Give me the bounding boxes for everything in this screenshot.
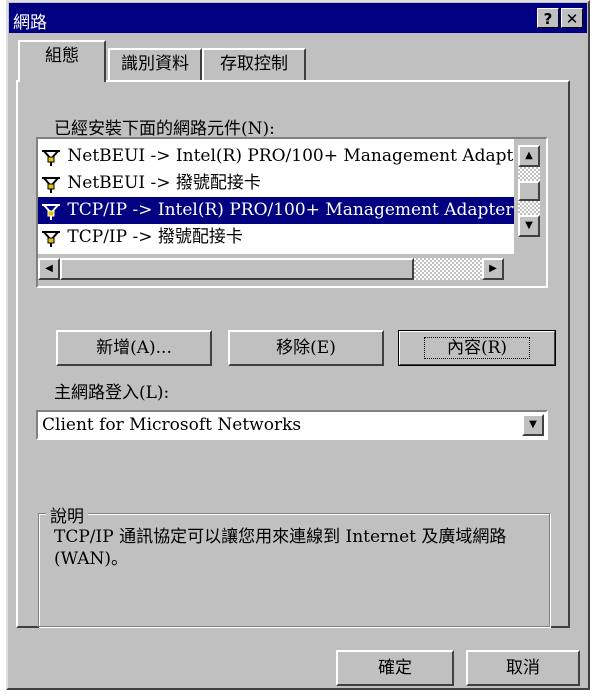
scroll-track[interactable] (414, 258, 482, 280)
list-item[interactable]: NetBEUI -> Intel(R) PRO/100+ Management … (38, 143, 532, 170)
tab-configuration[interactable]: 組態 (18, 40, 106, 82)
scroll-track[interactable] (518, 167, 540, 181)
network-protocol-icon (42, 176, 60, 193)
scroll-down-button[interactable]: ▼ (518, 215, 540, 237)
help-button[interactable]: ? (537, 8, 559, 28)
scroll-thumb[interactable] (60, 258, 414, 280)
primary-logon-label: 主網路登入(L): (54, 383, 170, 403)
component-name: TCP/IP -> 撥號配接卡 (67, 227, 243, 247)
add-button[interactable]: 新增(A)... (56, 330, 212, 366)
primary-logon-value: Client for Microsoft Networks (42, 415, 302, 435)
tab-identification[interactable]: 識別資料 (108, 48, 202, 80)
scroll-left-button[interactable]: ◀ (38, 258, 60, 280)
components-label: 已經安裝下面的網路元件(N): (54, 119, 275, 139)
window-title: 網路 (13, 13, 47, 33)
remove-button[interactable]: 移除(E) (228, 330, 384, 366)
title-bar[interactable]: 網路 ? ✕ (9, 3, 587, 33)
network-protocol-icon (42, 203, 60, 220)
list-item[interactable]: TCP/IP -> 撥號配接卡 (38, 224, 514, 251)
network-protocol-icon (42, 149, 60, 166)
scroll-track[interactable] (518, 201, 540, 215)
scroll-up-button[interactable]: ▲ (518, 145, 540, 167)
ok-button[interactable]: 確定 (336, 650, 454, 686)
cancel-button[interactable]: 取消 (466, 650, 580, 686)
dropdown-arrow-icon[interactable]: ▼ (522, 414, 544, 436)
component-name: TCP/IP -> Intel(R) PRO/100+ Management A… (67, 200, 514, 220)
components-list[interactable]: NetBEUI -> Intel(R) PRO/100+ Management … (36, 137, 548, 288)
scroll-right-button[interactable]: ▶ (482, 258, 504, 280)
tab-access-control[interactable]: 存取控制 (202, 48, 306, 80)
list-item[interactable]: NetBEUI -> 撥號配接卡 (38, 170, 514, 197)
close-button[interactable]: ✕ (561, 8, 583, 28)
description-text: TCP/IP 通訊協定可以讓您用來連線到 Internet 及廣域網路 (WAN… (54, 527, 507, 569)
network-protocol-icon (42, 230, 60, 247)
properties-button[interactable]: 內容(R) (398, 330, 556, 366)
properties-button-label: 內容(R) (423, 337, 531, 359)
vertical-scrollbar[interactable]: ▲ ▼ (514, 139, 546, 254)
component-name: NetBEUI -> Intel(R) PRO/100+ Management … (67, 146, 532, 166)
list-item-selected[interactable]: TCP/IP -> Intel(R) PRO/100+ Management A… (38, 197, 514, 224)
primary-logon-select[interactable]: Client for Microsoft Networks ▼ (36, 410, 548, 440)
horizontal-scrollbar[interactable]: ◀ ▶ (38, 254, 546, 286)
scroll-thumb[interactable] (518, 181, 540, 201)
component-name: NetBEUI -> 撥號配接卡 (67, 173, 261, 193)
description-title: 說明 (46, 502, 88, 527)
